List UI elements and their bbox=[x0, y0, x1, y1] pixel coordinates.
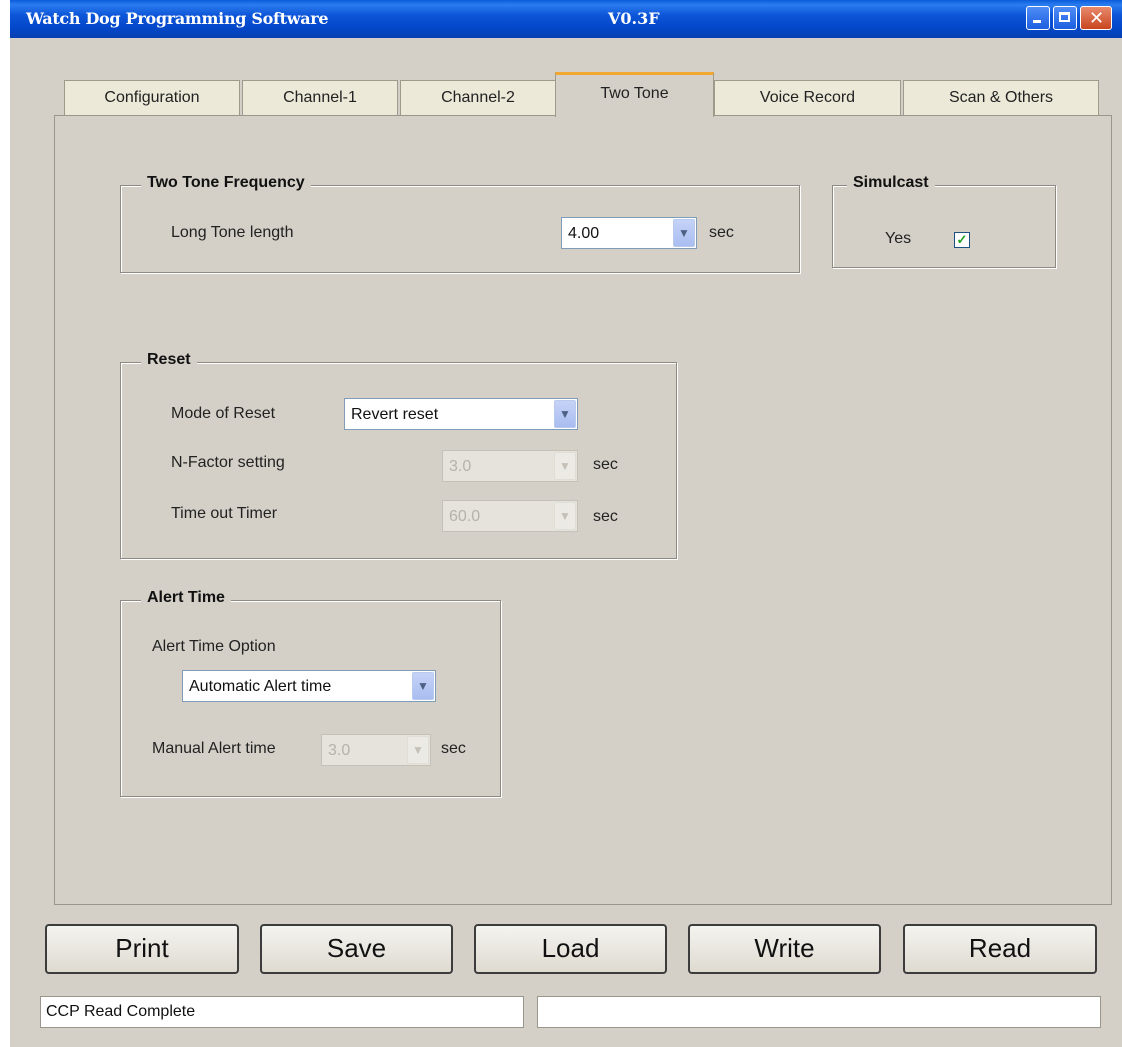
minimize-button[interactable] bbox=[1026, 6, 1050, 30]
minimize-icon bbox=[1033, 20, 1041, 23]
nfactor-select: 3.0 ▼ bbox=[442, 450, 578, 482]
long-tone-label: Long Tone length bbox=[171, 224, 294, 241]
two-tone-frequency-legend: Two Tone Frequency bbox=[141, 174, 311, 192]
close-button[interactable]: ✕ bbox=[1080, 6, 1112, 30]
chevron-down-icon[interactable]: ▼ bbox=[412, 672, 434, 700]
long-tone-value: 4.00 bbox=[568, 225, 600, 242]
alert-time-option-label: Alert Time Option bbox=[152, 638, 276, 655]
mode-of-reset-value: Revert reset bbox=[351, 406, 439, 423]
chevron-down-icon: ▼ bbox=[554, 452, 576, 480]
nfactor-label: N-Factor setting bbox=[171, 454, 285, 471]
timeout-timer-label: Time out Timer bbox=[171, 505, 278, 522]
window-version: V0.3F bbox=[608, 9, 660, 28]
timeout-timer-select: 60.0 ▼ bbox=[442, 500, 578, 532]
manual-alert-time-unit: sec bbox=[441, 740, 466, 757]
manual-alert-time-select: 3.0 ▼ bbox=[321, 734, 431, 766]
alert-time-option-select[interactable]: Automatic Alert time ▼ bbox=[182, 670, 436, 702]
alert-time-option-value: Automatic Alert time bbox=[189, 678, 332, 695]
title-bar[interactable]: Watch Dog Programming Software V0.3F ✕ bbox=[10, 0, 1122, 38]
save-button[interactable]: Save bbox=[260, 924, 453, 974]
chevron-down-icon[interactable]: ▼ bbox=[673, 219, 695, 247]
long-tone-unit: sec bbox=[709, 224, 734, 241]
tab-configuration[interactable]: Configuration bbox=[64, 80, 240, 116]
mode-of-reset-select[interactable]: Revert reset ▼ bbox=[344, 398, 578, 430]
two-tone-panel: Two Tone Frequency Long Tone length 4.00… bbox=[54, 115, 1112, 905]
write-button[interactable]: Write bbox=[688, 924, 881, 974]
tab-two-tone[interactable]: Two Tone bbox=[555, 72, 714, 117]
print-button[interactable]: Print bbox=[45, 924, 239, 974]
tab-scan-others[interactable]: Scan & Others bbox=[903, 80, 1099, 116]
tab-channel-2[interactable]: Channel-2 bbox=[400, 80, 556, 116]
nfactor-unit: sec bbox=[593, 456, 618, 473]
checkmark-icon: ✓ bbox=[956, 232, 968, 247]
tab-channel-1[interactable]: Channel-1 bbox=[242, 80, 398, 116]
alert-time-legend: Alert Time bbox=[141, 589, 231, 607]
reset-group: Reset Mode of Reset Revert reset ▼ N-Fac… bbox=[120, 351, 677, 559]
manual-alert-time-label: Manual Alert time bbox=[152, 740, 276, 757]
chevron-down-icon[interactable]: ▼ bbox=[554, 400, 576, 428]
manual-alert-time-value: 3.0 bbox=[328, 742, 351, 759]
mode-of-reset-label: Mode of Reset bbox=[171, 405, 276, 422]
alert-time-group: Alert Time Alert Time Option Automatic A… bbox=[120, 589, 501, 797]
read-button[interactable]: Read bbox=[903, 924, 1097, 974]
maximize-icon bbox=[1059, 12, 1070, 22]
progress-field bbox=[537, 996, 1101, 1028]
load-button[interactable]: Load bbox=[474, 924, 667, 974]
simulcast-checkbox[interactable]: ✓ bbox=[954, 232, 970, 248]
window-title: Watch Dog Programming Software bbox=[26, 9, 329, 28]
two-tone-frequency-group: Two Tone Frequency Long Tone length 4.00… bbox=[120, 174, 800, 273]
maximize-button[interactable] bbox=[1053, 6, 1077, 30]
simulcast-legend: Simulcast bbox=[847, 174, 935, 192]
timeout-timer-unit: sec bbox=[593, 508, 618, 525]
app-window: Watch Dog Programming Software V0.3F ✕ C… bbox=[10, 0, 1122, 1047]
long-tone-select[interactable]: 4.00 ▼ bbox=[561, 217, 697, 249]
status-message: CCP Read Complete bbox=[40, 996, 524, 1028]
simulcast-yes-label: Yes bbox=[885, 230, 912, 247]
tab-voice-record[interactable]: Voice Record bbox=[714, 80, 901, 116]
chevron-down-icon: ▼ bbox=[554, 502, 576, 530]
timeout-timer-value: 60.0 bbox=[449, 508, 481, 525]
nfactor-value: 3.0 bbox=[449, 458, 472, 475]
chevron-down-icon: ▼ bbox=[407, 736, 429, 764]
reset-legend: Reset bbox=[141, 351, 197, 369]
close-icon: ✕ bbox=[1089, 8, 1105, 29]
simulcast-group: Simulcast Yes ✓ bbox=[832, 174, 1056, 268]
